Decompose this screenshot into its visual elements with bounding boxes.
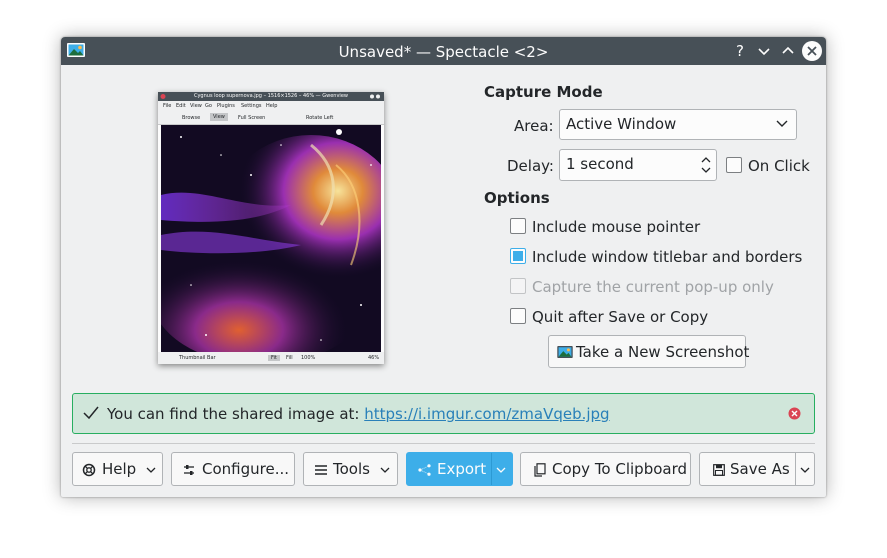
help-icon[interactable]: ? <box>730 41 750 61</box>
preview-menubar: File Edit View Go Plugins Settings Help <box>158 101 384 110</box>
spectacle-icon <box>557 346 573 358</box>
preview-tool: Browse <box>182 115 201 121</box>
help-button[interactable]: Help <box>72 452 163 486</box>
divider <box>72 443 815 444</box>
chevron-down-icon[interactable] <box>496 466 506 474</box>
quit-after-save-label: Quit after Save or Copy <box>532 308 709 326</box>
delay-spinbox[interactable]: 1 second <box>559 149 717 181</box>
chevron-down-icon <box>380 467 390 473</box>
preview-status-item: 100% <box>301 355 316 361</box>
delay-value: 1 second <box>566 155 634 173</box>
include-mouse-pointer-checkbox[interactable] <box>510 218 526 234</box>
help-label: Help <box>102 460 137 478</box>
options-heading: Options <box>484 189 550 207</box>
preview-menu-item: Go <box>205 103 212 109</box>
preview-menu-item: Help <box>266 103 278 109</box>
spectacle-window: Unsaved* — Spectacle <2> ? Cygnus loop s… <box>61 37 826 497</box>
preview-toolbar: Browse View Full Screen Rotate Left <box>158 110 384 125</box>
preview-menu-item: File <box>163 103 172 109</box>
on-click-label: On Click <box>748 157 810 175</box>
share-notification: You can find the shared image at: https:… <box>72 393 815 434</box>
configure-icon <box>184 465 194 475</box>
preview-tool: Rotate Left <box>306 115 334 121</box>
quit-after-save-checkbox[interactable] <box>510 308 526 324</box>
save-as-button[interactable]: Save As <box>699 452 815 486</box>
area-label: Area: <box>514 117 554 135</box>
window-title: Unsaved* — Spectacle <2> <box>338 43 549 61</box>
area-combobox[interactable]: Active Window <box>559 109 797 140</box>
checkmark-icon <box>83 406 99 420</box>
copy-icon <box>534 463 546 477</box>
preview-menu-item: Edit <box>176 103 186 109</box>
close-button[interactable] <box>802 41 822 61</box>
notification-text: You can find the shared image at: https:… <box>107 405 610 423</box>
preview-status-item: Fit <box>268 355 280 361</box>
capture-popup-label: Capture the current pop-up only <box>532 278 774 296</box>
capture-mode-heading: Capture Mode <box>484 83 603 101</box>
preview-status-item: 46% <box>368 355 380 361</box>
spin-arrows-icon[interactable] <box>700 154 712 176</box>
close-icon <box>807 46 817 56</box>
export-button[interactable]: Export <box>406 452 513 486</box>
copy-to-clipboard-button[interactable]: Copy To Clipboard <box>520 452 691 486</box>
chevron-down-icon[interactable] <box>800 466 810 474</box>
menu-icon <box>315 465 327 475</box>
maximize-icon[interactable] <box>778 41 798 61</box>
preview-titlebar: Cygnus loop supernova.jpg – 1516×1526 – … <box>158 92 384 101</box>
minimize-icon[interactable] <box>754 41 774 61</box>
preview-title-text: Cygnus loop supernova.jpg – 1516×1526 – … <box>193 93 348 99</box>
save-as-label: Save As <box>730 460 790 478</box>
nebula-image <box>161 125 381 352</box>
split-divider <box>491 453 492 485</box>
chevron-down-icon <box>776 120 788 127</box>
area-value: Active Window <box>566 115 677 133</box>
preview-status-item: Fill <box>286 355 293 361</box>
export-label: Export <box>437 460 487 478</box>
tools-label: Tools <box>333 460 370 478</box>
include-titlebar-checkbox[interactable] <box>510 248 526 264</box>
on-click-checkbox[interactable] <box>726 157 742 173</box>
preview-status-item: Thumbnail Bar <box>179 355 216 361</box>
preview-statusbar: Thumbnail Bar Fit Fill 100% 46% <box>158 352 384 364</box>
save-icon <box>713 464 725 476</box>
configure-label: Configure... <box>202 460 290 478</box>
take-new-screenshot-button[interactable]: Take a New Screenshot <box>548 335 750 368</box>
copy-to-clipboard-label: Copy To Clipboard <box>552 460 688 478</box>
capture-popup-checkbox <box>510 278 526 294</box>
tools-button[interactable]: Tools <box>303 452 398 486</box>
preview-menu-item: Settings <box>241 103 262 109</box>
svg-text:?: ? <box>736 42 744 60</box>
preview-tool: View <box>210 113 228 121</box>
dismiss-notification-icon[interactable] <box>788 407 801 420</box>
split-divider <box>795 453 796 485</box>
share-icon <box>418 464 431 476</box>
chevron-down-icon <box>146 467 156 473</box>
delay-label: Delay: <box>507 157 554 175</box>
title-bar[interactable]: Unsaved* — Spectacle <2> ? <box>61 37 826 65</box>
preview-menu-item: View <box>190 103 202 109</box>
notification-message: You can find the shared image at: <box>107 405 365 423</box>
preview-menu-item: Plugins <box>217 103 235 109</box>
configure-button[interactable]: Configure... <box>171 452 295 486</box>
include-titlebar-label: Include window titlebar and borders <box>532 248 803 266</box>
take-new-screenshot-label: Take a New Screenshot <box>576 343 750 361</box>
screenshot-preview[interactable]: Cygnus loop supernova.jpg – 1516×1526 – … <box>158 92 384 364</box>
include-mouse-pointer-label: Include mouse pointer <box>532 218 701 236</box>
lifebuoy-icon <box>82 463 96 477</box>
preview-tool: Full Screen <box>238 115 266 121</box>
shared-image-link[interactable]: https://i.imgur.com/zmaVqeb.jpg <box>364 405 609 423</box>
